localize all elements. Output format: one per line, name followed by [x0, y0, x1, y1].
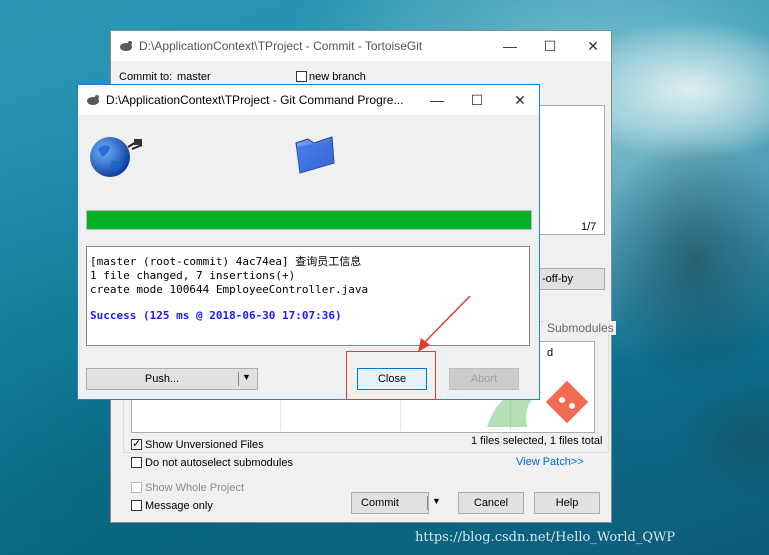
- watermark-text: https://blog.csdn.net/Hello_World_QWP: [415, 530, 676, 545]
- red-arrow: [418, 295, 471, 352]
